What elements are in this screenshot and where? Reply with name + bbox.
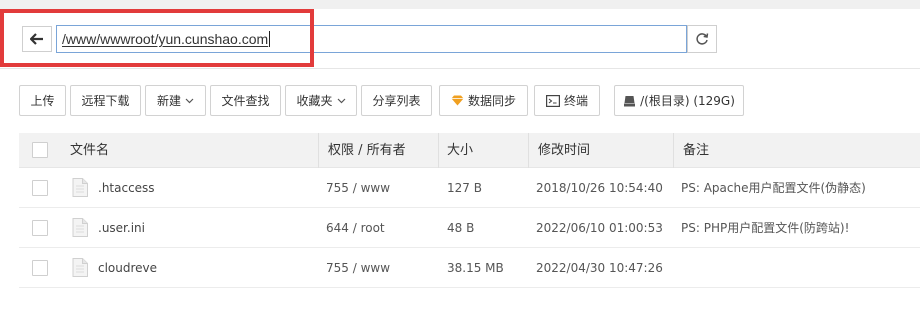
disk-button[interactable]: /(根目录) (129G) <box>614 85 744 116</box>
file-search-label: 文件查找 <box>221 94 270 108</box>
file-search-button[interactable]: 文件查找 <box>210 85 281 116</box>
share-list-button[interactable]: 分享列表 <box>361 85 432 116</box>
data-sync-button[interactable]: 数据同步 <box>439 85 528 116</box>
file-size: 48 B <box>447 221 475 235</box>
header-mtime[interactable]: 修改时间 <box>538 133 590 168</box>
table-row[interactable]: cloudreve 755 / www 38.15 MB 2022/04/30 … <box>19 248 920 288</box>
file-icon <box>72 178 88 197</box>
terminal-label: 终端 <box>563 94 588 108</box>
file-mtime: 2022/06/10 01:00:53 <box>536 221 663 235</box>
table-header: 文件名 权限 / 所有者 大小 修改时间 备注 <box>19 133 920 168</box>
new-label: 新建 <box>156 94 181 108</box>
row-checkbox[interactable] <box>32 180 48 196</box>
header-size[interactable]: 大小 <box>447 133 473 168</box>
header-name[interactable]: 文件名 <box>70 133 109 168</box>
column-separator <box>528 133 529 168</box>
header-note: 备注 <box>683 143 710 158</box>
file-size: 38.15 MB <box>447 261 504 275</box>
table-row[interactable]: .htaccess 755 / www 127 B 2018/10/26 10:… <box>19 168 920 208</box>
file-icon <box>72 258 88 277</box>
disk-icon <box>624 95 636 106</box>
favorites-dropdown-button[interactable]: 收藏夹 <box>285 85 357 116</box>
disk-label: /(根目录) (129G) <box>640 94 735 108</box>
refresh-icon <box>696 33 709 45</box>
row-checkbox[interactable] <box>32 260 48 276</box>
highlight-annotation-box <box>0 9 314 67</box>
share-list-label: 分享列表 <box>372 94 421 108</box>
file-size: 127 B <box>447 181 482 195</box>
remote-download-label: 远程下载 <box>81 94 130 108</box>
terminal-button[interactable]: 终端 <box>534 85 600 116</box>
file-perm[interactable]: 644 / root <box>326 208 385 248</box>
divider <box>0 68 920 69</box>
diamond-icon <box>451 95 464 106</box>
row-checkbox[interactable] <box>32 220 48 236</box>
file-perm[interactable]: 755 / www <box>326 168 390 208</box>
file-perm[interactable]: 755 / www <box>326 248 390 288</box>
file-name[interactable]: .user.ini <box>98 208 145 248</box>
data-sync-label: 数据同步 <box>467 94 516 108</box>
top-band <box>0 0 920 9</box>
file-name[interactable]: .htaccess <box>98 168 155 208</box>
upload-button[interactable]: 上传 <box>19 85 66 116</box>
column-separator <box>673 133 674 168</box>
column-separator <box>438 133 439 168</box>
select-all-checkbox[interactable] <box>32 142 48 158</box>
upload-label: 上传 <box>30 94 55 108</box>
file-mtime: 2018/10/26 10:54:40 <box>536 181 663 195</box>
file-icon <box>72 218 88 237</box>
refresh-button[interactable] <box>687 25 717 53</box>
file-name[interactable]: cloudreve <box>98 248 157 288</box>
new-dropdown-button[interactable]: 新建 <box>145 85 206 116</box>
header-perm-owner[interactable]: 权限 / 所有者 <box>328 133 406 168</box>
chevron-down-icon <box>337 98 345 103</box>
favorites-label: 收藏夹 <box>296 94 333 108</box>
file-mtime: 2022/04/30 10:47:26 <box>536 261 663 275</box>
remote-download-button[interactable]: 远程下载 <box>70 85 141 116</box>
column-separator <box>318 133 319 168</box>
terminal-icon <box>545 94 560 107</box>
chevron-down-icon <box>185 98 194 103</box>
table-row[interactable]: .user.ini 644 / root 48 B 2022/06/10 01:… <box>19 208 920 248</box>
file-note: PS: Apache用户配置文件(伪静态) <box>681 181 866 195</box>
file-note: PS: PHP用户配置文件(防跨站)! <box>681 221 850 235</box>
